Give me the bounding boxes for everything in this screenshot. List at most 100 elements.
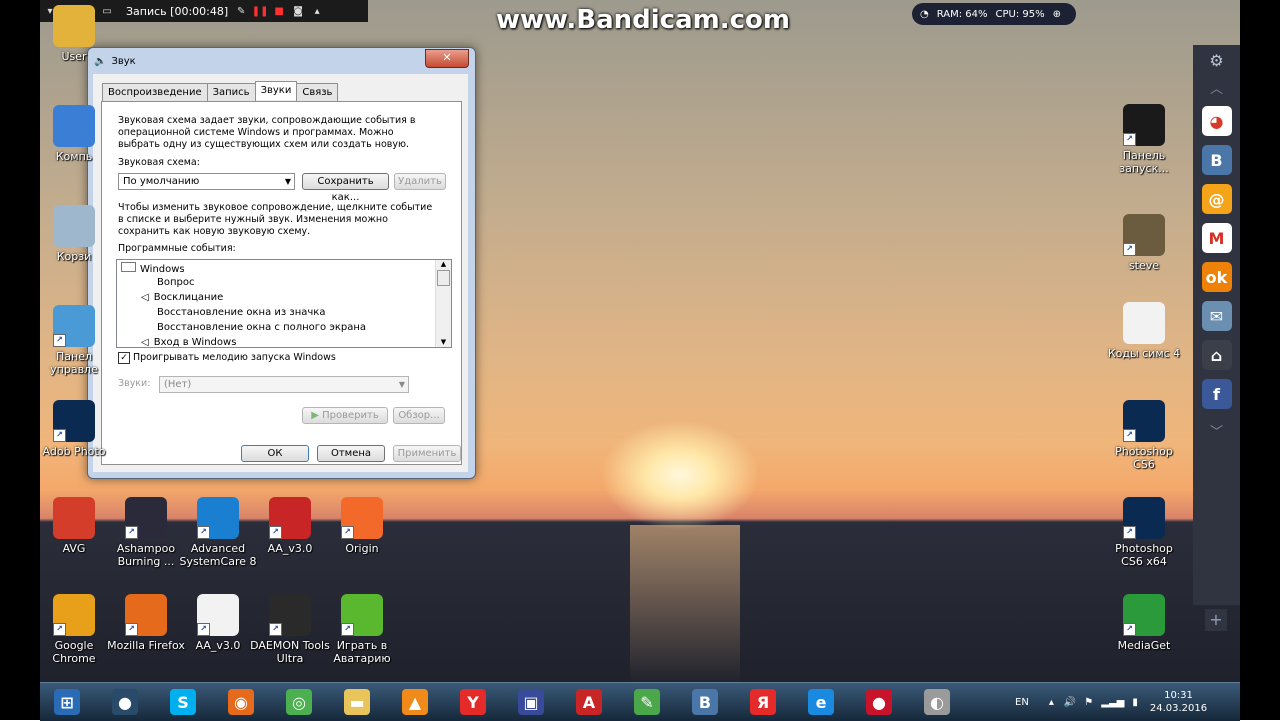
taskbar-button[interactable]: ✎ xyxy=(622,686,672,718)
taskbar-button[interactable]: ◐ xyxy=(912,686,962,718)
camera-icon[interactable]: ◙ xyxy=(292,5,304,17)
desktop-icon[interactable]: Компь xyxy=(34,105,114,163)
save-as-button[interactable]: Сохранить как... xyxy=(302,173,389,203)
desktop-icon[interactable]: ↗ Ashampoo Burning ... xyxy=(106,497,186,568)
tab-sounds[interactable]: Звуки xyxy=(254,81,298,100)
tab-communications[interactable]: Связь xyxy=(296,83,339,102)
mail-ru-icon[interactable]: @ xyxy=(1201,184,1232,214)
add-icon[interactable]: ⊕ xyxy=(1053,9,1061,20)
odnoklassniki-icon[interactable]: ok xyxy=(1201,262,1232,292)
desktop-icon[interactable]: ↗ Играть в Аватарию xyxy=(322,594,402,665)
event-item[interactable]: Вопрос xyxy=(157,277,194,288)
text-file-icon xyxy=(1123,302,1165,344)
desktop-icon[interactable]: ↗ Origin xyxy=(322,497,402,555)
mail-icon[interactable]: ✉ xyxy=(1201,301,1232,331)
desktop-icon[interactable]: ↗ Mozilla Firefox xyxy=(106,594,186,652)
desktop-icon[interactable]: ↗ MediaGet xyxy=(1104,594,1184,652)
desktop-icon[interactable]: ↗ Advanced SystemCare 8 xyxy=(178,497,258,568)
steve-image-icon: ↗ xyxy=(1123,214,1165,256)
event-item[interactable]: Восстановление окна из значка xyxy=(157,307,325,318)
taskbar-button[interactable]: Я xyxy=(738,686,788,718)
scheme-select[interactable]: По умолчанию ▼ xyxy=(118,173,295,190)
ok-button[interactable]: ОК xyxy=(241,445,309,462)
desktop-icon[interactable]: ↗ Photoshop CS6 x64 xyxy=(1104,497,1184,568)
gmail-icon[interactable]: M xyxy=(1201,223,1232,253)
network-alert-icon[interactable]: ⚑ xyxy=(1084,697,1093,708)
tab-recording[interactable]: Запись xyxy=(206,83,256,102)
desktop-icon[interactable]: ↗ Панель запуск... xyxy=(1104,104,1184,175)
yandex-icon: Я xyxy=(750,689,776,715)
close-button[interactable]: ✕ xyxy=(425,49,469,68)
language-indicator[interactable]: EN xyxy=(1015,697,1029,708)
scroll-thumb[interactable] xyxy=(437,270,450,286)
chevron-up-icon[interactable]: ▴ xyxy=(1049,697,1054,708)
dialog-titlebar[interactable]: 🔈 Звук xyxy=(88,48,475,74)
taskbar-button[interactable]: ● xyxy=(100,686,150,718)
taskbar-button[interactable]: e xyxy=(796,686,846,718)
scroll-down-arrow[interactable]: ▼ xyxy=(436,338,451,346)
events-list[interactable]: Windows Вопрос ◁ Восклицание Восстановлен… xyxy=(116,259,452,348)
desktop-icon[interactable]: ↗ DAEMON Tools Ultra xyxy=(250,594,330,665)
taskbar-button[interactable]: В xyxy=(680,686,730,718)
taskbar-button[interactable]: ▲ xyxy=(390,686,440,718)
taskbar-button[interactable]: ▣ xyxy=(506,686,556,718)
vk-icon[interactable]: В xyxy=(1201,145,1232,175)
clock-time: 10:31 xyxy=(1164,690,1193,701)
event-item[interactable]: ◁ Восклицание xyxy=(141,292,223,303)
signal-icon[interactable]: ▂▃▅ xyxy=(1101,697,1124,708)
apply-button[interactable]: Применить xyxy=(393,445,461,462)
desktop-icon[interactable]: ↗ Adob Photo xyxy=(34,400,114,458)
clock[interactable]: 10:31 24.03.2016 xyxy=(1150,689,1207,715)
inbox-icon[interactable]: ⌂ xyxy=(1201,340,1232,370)
desktop-icon-label: Компь xyxy=(55,150,93,163)
desktop-icon[interactable]: Коды симс 4 xyxy=(1104,302,1184,360)
shortcut-arrow-icon: ↗ xyxy=(269,526,282,539)
scroll-up-arrow[interactable]: ▲ xyxy=(436,260,451,268)
desktop-icon-label: User xyxy=(61,50,87,63)
pause-icon[interactable]: ❚❚ xyxy=(252,5,269,17)
startup-checkbox-row[interactable]: ✓ Проигрывать мелодию запуска Windows xyxy=(118,352,336,364)
scroll-down-icon[interactable]: ﹀ xyxy=(1210,421,1223,440)
checkbox-checked[interactable]: ✓ xyxy=(118,352,130,364)
desktop-icon[interactable]: Корзи xyxy=(34,205,114,263)
shortcut-arrow-icon: ↗ xyxy=(1123,526,1136,539)
desktop-icon[interactable]: ↗ AA_v3.0 xyxy=(250,497,330,555)
test-button[interactable]: ▶ Проверить xyxy=(302,407,388,424)
taskbar-button[interactable]: S xyxy=(158,686,208,718)
taskbar-button[interactable]: ◉ xyxy=(216,686,266,718)
desktop-icon[interactable]: AVG xyxy=(34,497,114,555)
event-item[interactable]: ◁ Вход в Windows xyxy=(141,337,236,347)
taskbar-button[interactable]: Y xyxy=(448,686,498,718)
delete-button[interactable]: Удалить xyxy=(394,173,446,190)
events-root[interactable]: Windows xyxy=(121,262,185,275)
desktop-icon[interactable]: ↗ Photoshop CS6 xyxy=(1104,400,1184,471)
taskbar-button[interactable]: ▬ xyxy=(332,686,382,718)
scroll-up-icon[interactable]: ︿ xyxy=(1210,78,1223,97)
desktop-icon[interactable]: ↗ steve xyxy=(1104,214,1184,272)
desktop-icon-label: Google Chrome xyxy=(52,639,96,665)
chrome-store-icon[interactable]: ◕ xyxy=(1201,106,1232,136)
events-label: Программные события: xyxy=(118,243,236,254)
settings-icon[interactable]: ⚙ xyxy=(1209,51,1223,70)
volume-icon[interactable]: 🔊 xyxy=(1064,697,1076,708)
add-panel-icon[interactable]: + xyxy=(1205,609,1227,631)
sounds-select[interactable]: (Нет) ▼ xyxy=(159,376,409,393)
desktop-icon[interactable]: ↗ AA_v3.0 xyxy=(178,594,258,652)
taskbar-button[interactable]: A xyxy=(564,686,614,718)
facebook-icon[interactable]: f xyxy=(1201,379,1232,409)
tab-playback[interactable]: Воспроизведение xyxy=(102,83,208,102)
desktop-icon[interactable]: ↗ Панел управле xyxy=(34,305,114,376)
event-item[interactable]: Восстановление окна с полного экрана xyxy=(157,322,366,333)
stop-icon[interactable]: ■ xyxy=(273,5,285,17)
expand-icon[interactable]: ▴ xyxy=(311,5,323,17)
taskbar-button[interactable]: ◎ xyxy=(274,686,324,718)
desktop-icon[interactable]: ↗ Google Chrome xyxy=(34,594,114,665)
cancel-button[interactable]: Отмена xyxy=(317,445,385,462)
taskbar-button[interactable]: ● xyxy=(854,686,904,718)
power-icon[interactable]: ▮ xyxy=(1132,697,1138,708)
desktop-icon[interactable]: User xyxy=(34,5,114,63)
browse-button[interactable]: Обзор... xyxy=(393,407,445,424)
events-scrollbar[interactable]: ▲ ▼ xyxy=(435,260,451,347)
taskbar-button[interactable]: ⊞ xyxy=(42,686,92,718)
pencil-icon[interactable]: ✎ xyxy=(235,5,247,17)
